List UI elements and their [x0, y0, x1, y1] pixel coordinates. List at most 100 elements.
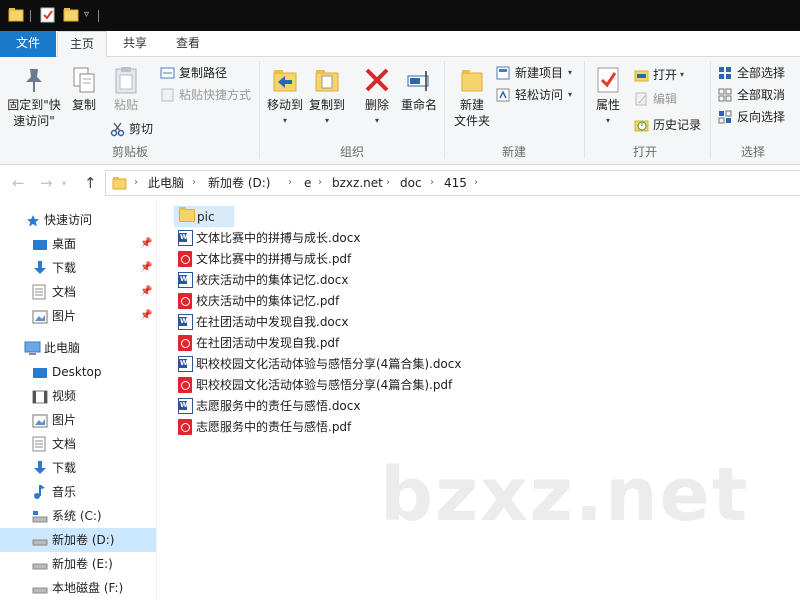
breadcrumb-drive-d[interactable]: 新加卷 (D:) [208, 171, 270, 195]
nav-pc-music[interactable]: 音乐 [0, 480, 156, 504]
word-document-icon [178, 230, 193, 246]
customize-quick-access-icon[interactable]: ▿ [84, 9, 89, 20]
nav-drive-e[interactable]: 新加卷 (E:) [0, 552, 156, 576]
breadcrumb-separator-icon: › [386, 177, 390, 188]
move-to-label: 移动到 [266, 98, 303, 112]
nav-pc-desktop-label: Desktop [52, 365, 102, 379]
new-folder-icon [450, 65, 494, 97]
copy-to-button[interactable]: 复制到 ▾ [306, 65, 348, 129]
new-folder-quick-icon[interactable] [63, 7, 79, 26]
select-all-label: 全部选择 [737, 66, 786, 80]
title-bar: ▿ [0, 0, 800, 31]
tab-share[interactable]: 共享 [110, 31, 160, 57]
copy-button[interactable]: 复制 [66, 65, 102, 113]
nav-pc-desktop[interactable]: Desktop [0, 360, 156, 384]
pdf-icon [178, 377, 192, 393]
move-to-button[interactable]: 移动到 ▾ [264, 65, 306, 129]
nav-pc-downloads-label: 下载 [52, 461, 77, 475]
word-document-icon [178, 314, 193, 330]
file-name: 文体比赛中的拼搏与成长.pdf [196, 252, 352, 266]
pdf-icon [178, 335, 192, 351]
properties-button[interactable]: 属性 ▾ [590, 65, 626, 129]
nav-drive-d[interactable]: 新加卷 (D:) [0, 528, 156, 552]
open-label: 打开 [653, 68, 678, 82]
breadcrumb-415[interactable]: 415 [444, 171, 467, 195]
nav-quick-access-label: 快速访问 [44, 213, 93, 227]
nav-pc-downloads[interactable]: 下载 [0, 456, 156, 480]
breadcrumb-this-pc[interactable]: 此电脑 [148, 171, 184, 195]
scissors-icon [110, 122, 125, 143]
file-item-pic[interactable]: pic [174, 206, 234, 227]
file-name: 职校校园文化活动体验与感悟分享(4篇合集).docx [196, 357, 462, 371]
pin-label-line2: 速访问" [13, 114, 55, 128]
back-arrow-icon[interactable]: ← [12, 174, 25, 192]
new-item-label: 新建项目 [515, 66, 564, 80]
recent-locations-icon[interactable]: ▾ [62, 179, 66, 188]
nav-pc-pictures[interactable]: 图片 [0, 408, 156, 432]
tab-file[interactable]: 文件 [0, 31, 56, 57]
new-item-dropdown-icon: ▾ [568, 68, 573, 77]
address-bar[interactable]: › 此电脑 › 新加卷 (D:) › e › bzxz.net › doc › … [105, 170, 800, 196]
pdf-icon [178, 251, 192, 267]
select-all-icon [718, 66, 733, 86]
nav-quick-documents[interactable]: 文档 📌 [0, 280, 156, 304]
copy-path-label: 复制路径 [179, 66, 228, 80]
select-group-label: 选择 [740, 145, 765, 159]
breadcrumb-separator-icon: › [192, 177, 196, 188]
select-none-icon [718, 88, 733, 108]
file-name: 文体比赛中的拼搏与成长.docx [196, 231, 361, 245]
nav-quick-desktop[interactable]: 桌面 📌 [0, 232, 156, 256]
nav-drive-c-label: 系统 (C:) [52, 509, 102, 523]
copy-icon [66, 65, 102, 97]
nav-pc-pictures-label: 图片 [52, 413, 77, 427]
rename-label: 重命名 [400, 98, 437, 112]
open-icon [634, 68, 649, 88]
properties-label: 属性 [595, 98, 620, 112]
delete-button[interactable]: 删除 ▾ [360, 65, 394, 129]
properties-dropdown-icon: ▾ [605, 116, 610, 125]
tab-view[interactable]: 查看 [163, 31, 213, 57]
breadcrumb-doc[interactable]: doc [400, 171, 422, 195]
nav-drive-c[interactable]: 系统 (C:) [0, 504, 156, 528]
file-name: 职校校园文化活动体验与感悟分享(4篇合集).pdf [196, 378, 453, 392]
nav-quick-pictures[interactable]: 图片 📌 [0, 304, 156, 328]
paste-button[interactable]: 粘贴 [106, 65, 146, 113]
nav-quick-pictures-label: 图片 [52, 309, 77, 323]
paste-shortcut-icon [160, 88, 175, 108]
pinned-icon: 📌 [140, 310, 153, 321]
nav-drive-f[interactable]: 本地磁盘 (F:) [0, 576, 156, 600]
pictures-icon [32, 308, 48, 332]
edit-label: 编辑 [653, 92, 678, 106]
file-name: 在社团活动中发现自我.docx [196, 315, 349, 329]
edit-icon [634, 92, 649, 112]
up-arrow-icon[interactable]: ↑ [84, 174, 97, 192]
new-folder-button[interactable]: 新建 文件夹 [450, 65, 494, 129]
delete-x-icon [360, 65, 394, 97]
copy-to-label: 复制到 [308, 98, 345, 112]
breadcrumb-bzxz[interactable]: bzxz.net [332, 171, 383, 195]
properties-quick-icon[interactable] [40, 7, 56, 26]
copy-to-dropdown-icon: ▾ [324, 116, 329, 125]
pin-icon [4, 65, 64, 97]
forward-arrow-icon[interactable]: → [40, 174, 53, 192]
delete-dropdown-icon: ▾ [374, 116, 379, 125]
file-name: 志愿服务中的责任与感悟.docx [196, 399, 361, 413]
open-group-label: 打开 [632, 145, 657, 159]
ribbon-tab-row: 文件 主页 共享 查看 [0, 31, 800, 58]
easy-access-dropdown-icon: ▾ [568, 90, 573, 99]
nav-quick-downloads[interactable]: 下载 📌 [0, 256, 156, 280]
pin-to-quick-access-button[interactable]: 固定到"快 速访问" [4, 65, 64, 129]
nav-this-pc[interactable]: 此电脑 [0, 336, 156, 360]
file-name: pic [197, 210, 215, 224]
easy-access-icon [496, 88, 511, 108]
breadcrumb-e[interactable]: e [304, 171, 311, 195]
rename-button[interactable]: 重命名 [398, 65, 440, 113]
nav-pc-documents[interactable]: 文档 [0, 432, 156, 456]
file-name: 志愿服务中的责任与感悟.pdf [196, 420, 352, 434]
delete-label: 删除 [364, 98, 389, 112]
invert-selection-label: 反向选择 [737, 110, 786, 124]
breadcrumb-separator-icon: › [318, 177, 322, 188]
tab-home[interactable]: 主页 [57, 31, 107, 58]
nav-pc-videos[interactable]: 视频 [0, 384, 156, 408]
nav-quick-access[interactable]: 快速访问 [0, 208, 156, 232]
